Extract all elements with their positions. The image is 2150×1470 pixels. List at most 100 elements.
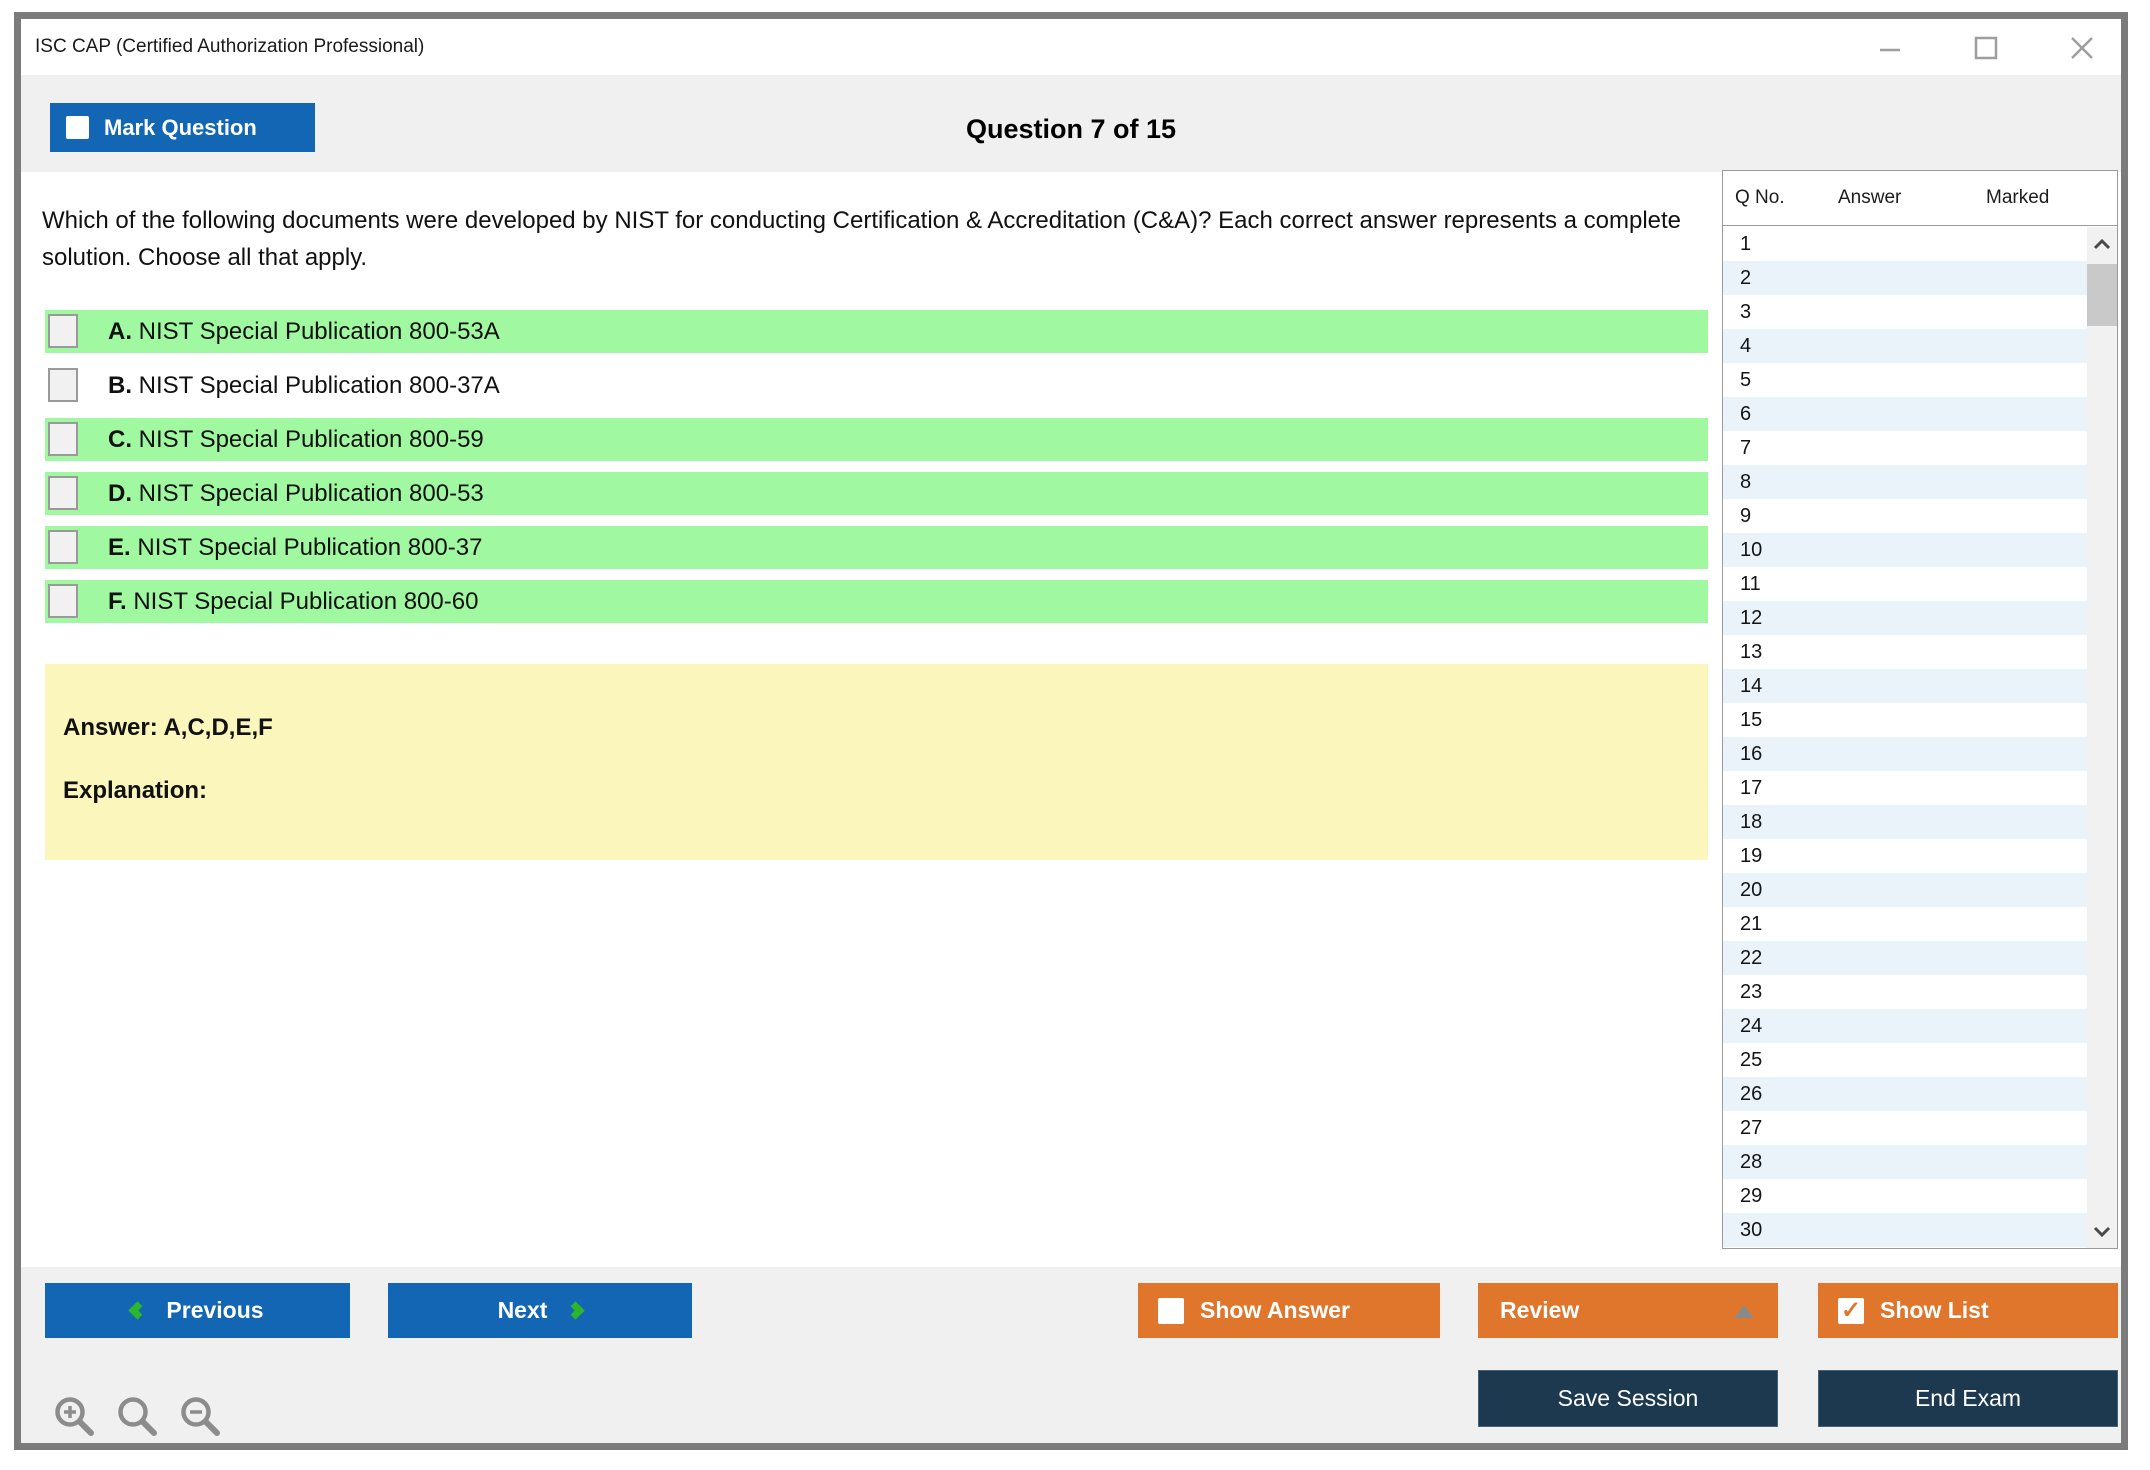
column-header-marked: Marked [1986,187,2050,208]
answer-option-row[interactable]: E. NIST Special Publication 800-37 [45,526,1708,569]
question-list-row[interactable]: 20 [1723,873,2087,907]
answer-option-row[interactable]: B. NIST Special Publication 800-37A [45,364,1708,407]
question-number: 9 [1740,505,1752,527]
show-list-button[interactable]: ✓ Show List [1818,1283,2118,1338]
question-number: 27 [1740,1117,1763,1139]
show-answer-checkbox-icon[interactable] [1158,1297,1184,1324]
answer-option-row[interactable]: D. NIST Special Publication 800-53 [45,472,1708,515]
option-letter: C. [108,425,132,453]
question-list-row[interactable]: 5 [1723,363,2087,397]
question-list-row[interactable]: 15 [1723,703,2087,737]
answer-option-row[interactable]: A. NIST Special Publication 800-53A [45,310,1708,353]
answer-option-row[interactable]: C. NIST Special Publication 800-59 [45,418,1708,461]
question-list-panel: Q No. Answer Marked 1 2 3 4 5 6 7 8 9 10… [1722,170,2118,1249]
question-list-row[interactable]: 6 [1723,397,2087,431]
question-list-row[interactable]: 21 [1723,907,2087,941]
option-text: NIST Special Publication 800-53 [132,479,484,507]
show-answer-button[interactable]: Show Answer [1138,1283,1440,1338]
question-number: 18 [1740,811,1763,833]
question-list-row[interactable]: 29 [1723,1179,2087,1213]
option-checkbox[interactable] [48,584,78,618]
question-list-row[interactable]: 30 [1723,1213,2087,1247]
question-number: 23 [1740,981,1763,1003]
question-list-row[interactable]: 1 [1723,227,2087,261]
window-controls [1875,33,2097,63]
question-list-row[interactable]: 27 [1723,1111,2087,1145]
question-number: 25 [1740,1049,1763,1071]
question-number: 2 [1740,267,1752,289]
question-list-row[interactable]: 10 [1723,533,2087,567]
question-text: Which of the following documents were de… [42,207,1682,271]
review-button[interactable]: Review [1478,1283,1778,1338]
question-list-row[interactable]: 28 [1723,1145,2087,1179]
question-list-row[interactable]: 9 [1723,499,2087,533]
question-list-row[interactable]: 12 [1723,601,2087,635]
scrollbar-thumb[interactable] [2087,264,2117,326]
question-number: 10 [1740,539,1763,561]
triangle-up-icon [1734,1305,1754,1318]
question-counter: Question 7 of 15 [965,114,1177,144]
question-list-row[interactable]: 17 [1723,771,2087,805]
question-list-row[interactable]: 4 [1723,329,2087,363]
option-checkbox[interactable] [48,530,78,564]
question-list-row[interactable]: 25 [1723,1043,2087,1077]
question-list-rows: 1 2 3 4 5 6 7 8 9 10 11 12 13 14 15 16 1… [1723,227,2087,1248]
question-number: 21 [1740,913,1763,935]
question-number: 30 [1740,1219,1763,1241]
question-number: 24 [1740,1015,1763,1037]
question-number: 8 [1740,471,1752,493]
chevron-up-icon[interactable] [2087,233,2117,255]
maximize-icon[interactable] [1971,33,2001,63]
option-letter: A. [108,317,132,345]
question-list-scrollbar[interactable] [2087,227,2117,1248]
question-number: 29 [1740,1185,1763,1207]
answer-option-row[interactable]: F. NIST Special Publication 800-60 [45,580,1708,623]
question-list-row[interactable]: 3 [1723,295,2087,329]
question-number: 16 [1740,743,1763,765]
close-icon[interactable] [2067,33,2097,63]
question-list-row[interactable]: 13 [1723,635,2087,669]
question-list-row[interactable]: 8 [1723,465,2087,499]
previous-button[interactable]: Previous [45,1283,350,1338]
option-checkbox[interactable] [48,422,78,456]
option-checkbox[interactable] [48,368,78,402]
question-number: 1 [1740,233,1752,255]
app-window: ISC CAP (Certified Authorization Profess… [14,12,2128,1450]
question-list-row[interactable]: 2 [1723,261,2087,295]
question-number: 13 [1740,641,1763,663]
question-number: 22 [1740,947,1763,969]
question-list-row[interactable]: 19 [1723,839,2087,873]
minimize-icon[interactable] [1875,33,1905,63]
end-exam-button[interactable]: End Exam [1818,1370,2118,1427]
checkmark-icon: ✓ [1840,1296,1862,1324]
option-text: NIST Special Publication 800-59 [132,425,484,453]
question-list-row[interactable]: 24 [1723,1009,2087,1043]
save-session-button[interactable]: Save Session [1478,1370,1778,1427]
show-list-checkbox-icon[interactable]: ✓ [1838,1296,1864,1324]
chevron-right-icon [566,1301,586,1320]
question-number: 4 [1740,335,1752,357]
chevron-down-icon[interactable] [2087,1220,2117,1242]
question-list-row[interactable]: 22 [1723,941,2087,975]
question-list-row[interactable]: 23 [1723,975,2087,1009]
question-list-row[interactable]: 18 [1723,805,2087,839]
question-list-row[interactable]: 26 [1723,1077,2087,1111]
option-text: NIST Special Publication 800-60 [126,587,479,615]
question-list-row[interactable]: 16 [1723,737,2087,771]
save-session-label: Save Session [1557,1385,1699,1411]
question-list-row[interactable]: 11 [1723,567,2087,601]
option-checkbox[interactable] [48,476,78,510]
question-list-row[interactable]: 14 [1723,669,2087,703]
zoom-in-icon[interactable] [51,1393,97,1444]
option-checkbox[interactable] [48,314,78,348]
chevron-left-icon [128,1301,148,1320]
next-button[interactable]: Next [388,1283,692,1338]
zoom-out-icon[interactable] [177,1393,223,1444]
explanation-line: Explanation: [63,777,208,804]
question-number: 3 [1740,301,1752,323]
question-list-row[interactable]: 7 [1723,431,2087,465]
window-title: ISC CAP (Certified Authorization Profess… [35,36,425,57]
zoom-icon[interactable] [114,1393,160,1444]
question-number: 12 [1740,607,1763,629]
title-bar: ISC CAP (Certified Authorization Profess… [21,19,2121,75]
